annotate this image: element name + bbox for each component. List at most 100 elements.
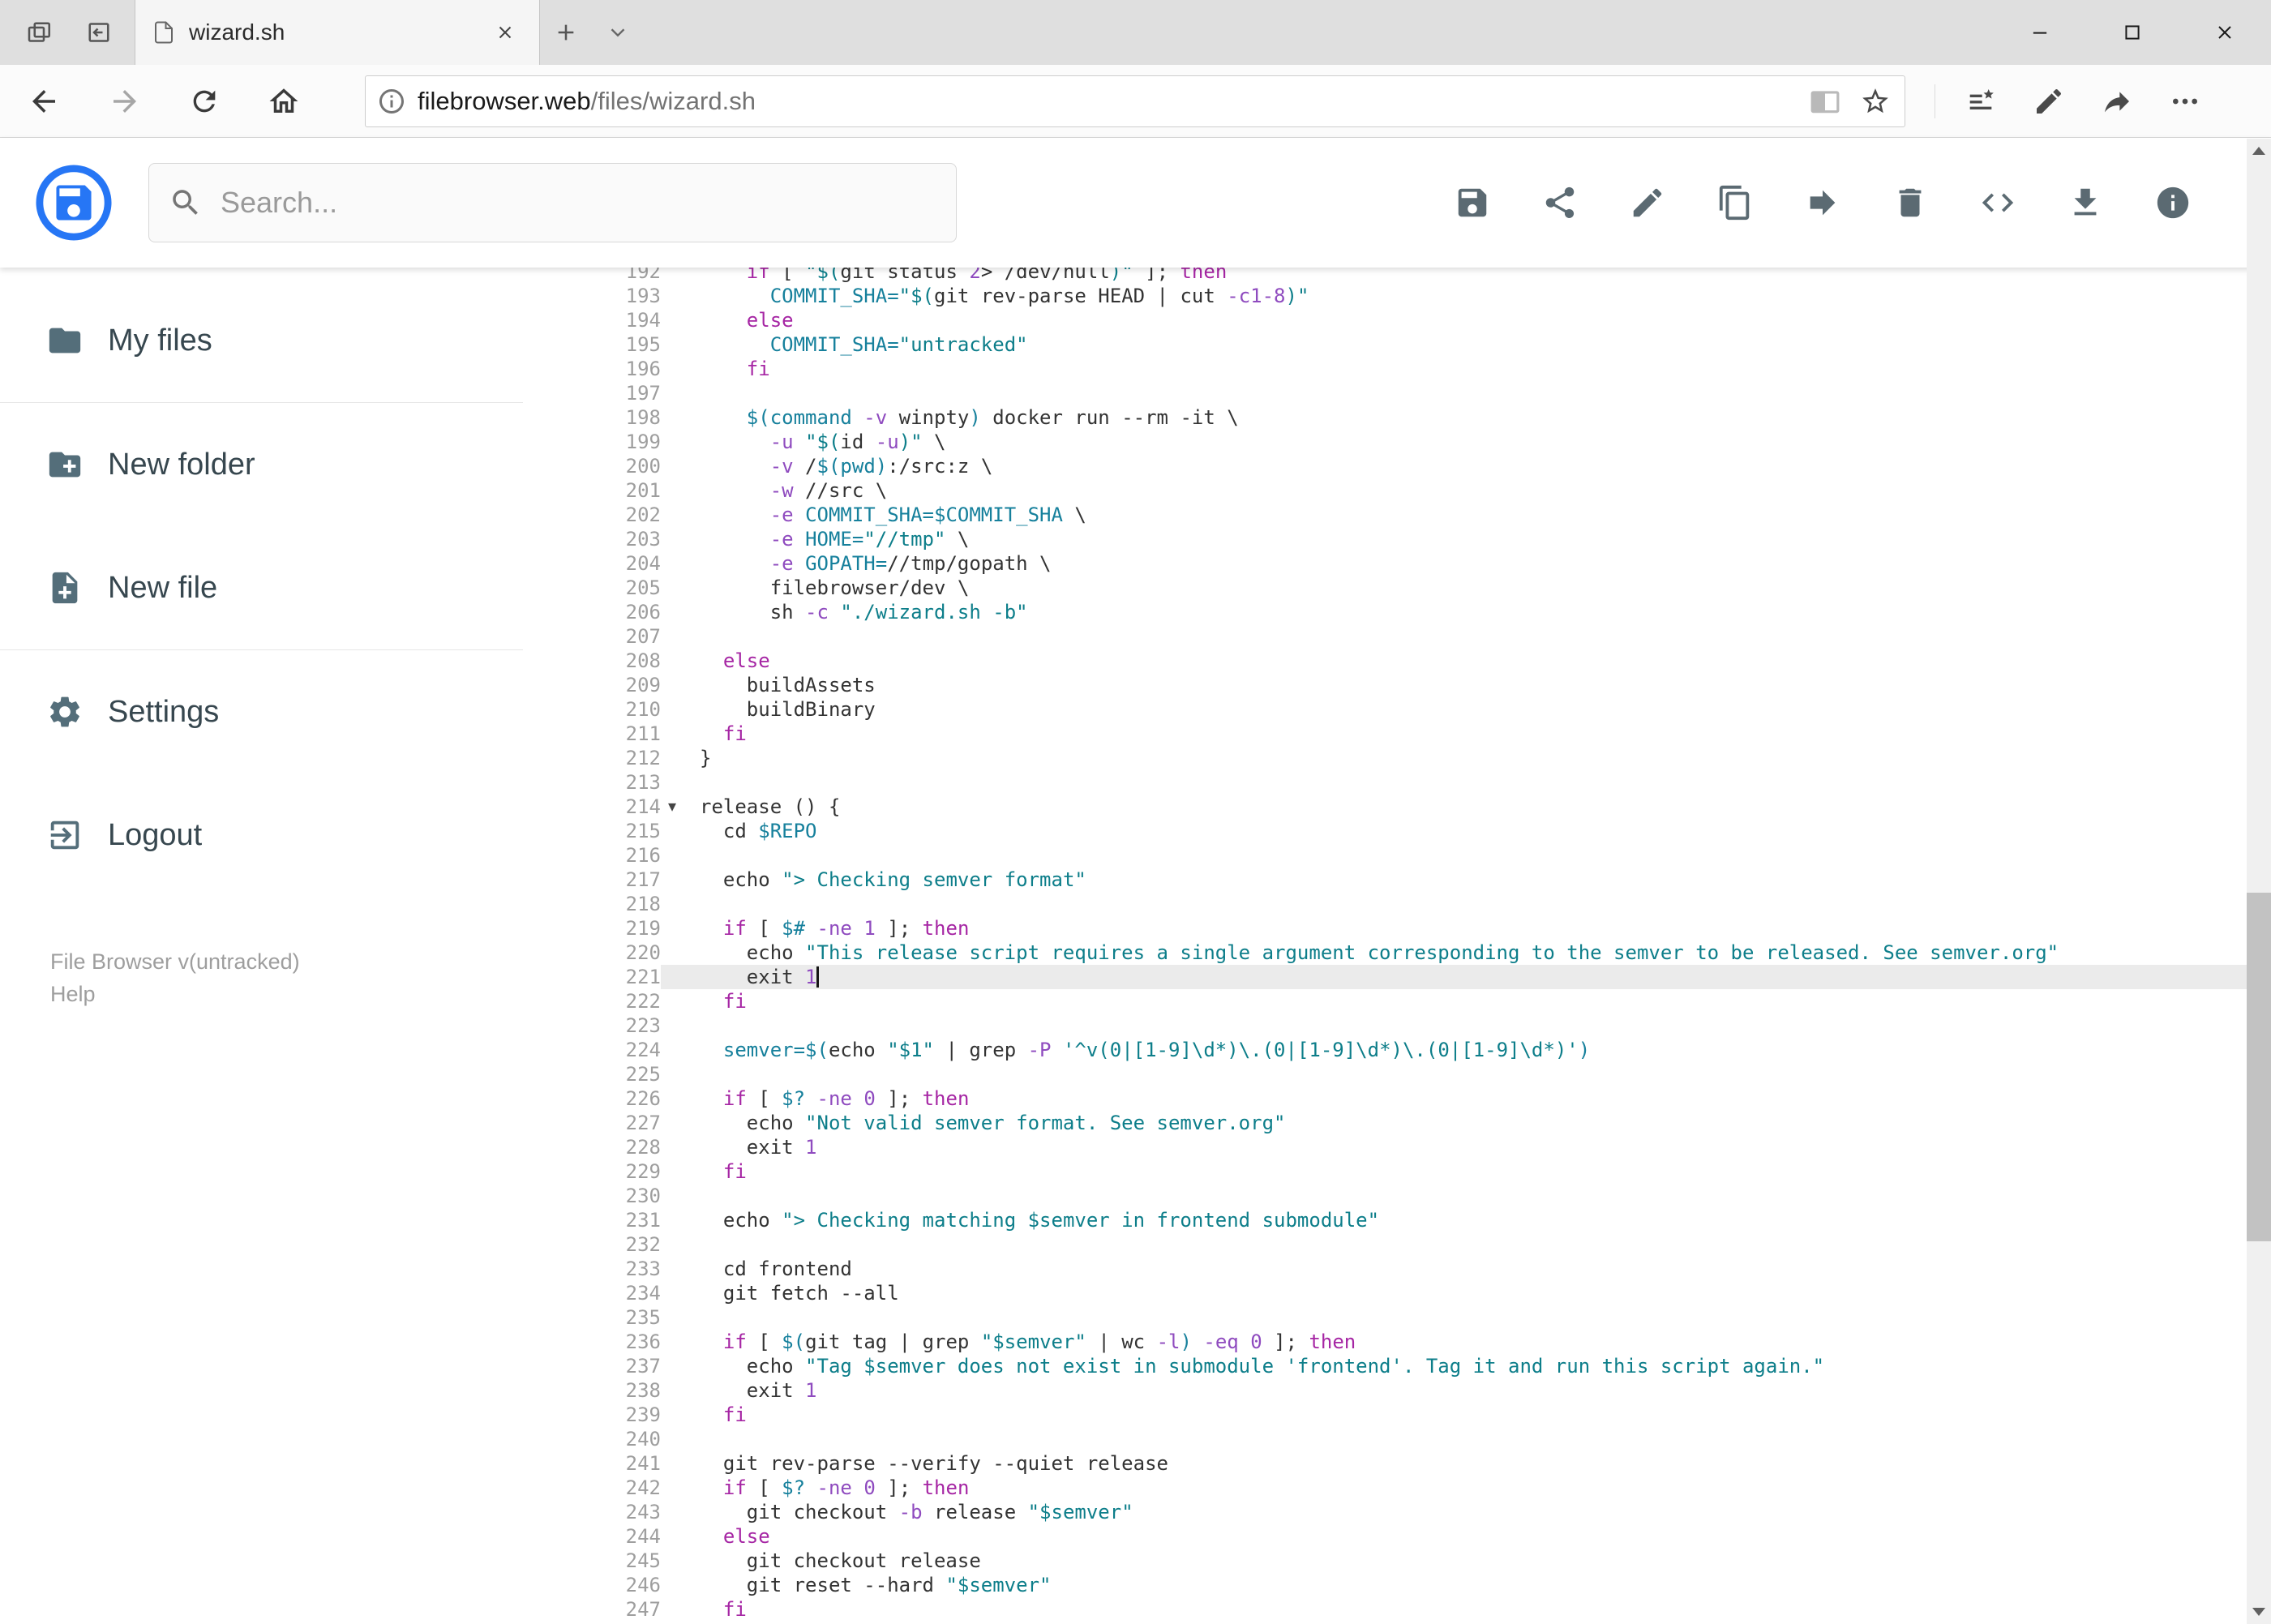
minimize-button[interactable] xyxy=(1994,0,2086,65)
fold-marker[interactable]: ▾ xyxy=(661,795,683,819)
app-logo[interactable] xyxy=(36,165,112,241)
fold-marker xyxy=(661,1013,683,1038)
fold-marker xyxy=(661,1549,683,1573)
help-link[interactable]: Help xyxy=(50,978,96,1010)
code-text: fi xyxy=(722,1598,747,1621)
tab-preview-toggle[interactable] xyxy=(592,0,644,65)
reading-view-button[interactable] xyxy=(1807,84,1843,119)
code-line: 238 exit 1 xyxy=(523,1378,2271,1403)
page-scrollbar[interactable] xyxy=(2247,139,2271,1624)
new-folder-icon xyxy=(49,452,81,478)
home-button[interactable] xyxy=(259,77,308,126)
line-number: 210 xyxy=(625,698,661,721)
text-cursor xyxy=(816,966,819,988)
star-icon xyxy=(1862,88,1888,113)
scroll-down-arrow[interactable] xyxy=(2247,1600,2271,1624)
maximize-icon xyxy=(2125,25,2140,40)
search-box[interactable] xyxy=(148,163,957,242)
line-number: 230 xyxy=(625,1185,661,1207)
back-icon xyxy=(32,89,55,113)
code-text: -e HOME="//tmp" \ xyxy=(769,528,970,551)
filebrowser-logo-icon xyxy=(36,165,112,241)
file-toolbar xyxy=(1454,184,2271,221)
line-number: 193 xyxy=(625,285,661,307)
line-number: 213 xyxy=(625,771,661,794)
code-text: exit 1 xyxy=(700,1136,817,1159)
code-line: 241 git rev-parse --verify --quiet relea… xyxy=(523,1451,2271,1476)
line-number: 226 xyxy=(625,1087,661,1110)
scrollbar-thumb[interactable] xyxy=(2247,893,2271,1241)
sidebar-item-my-files[interactable]: My files xyxy=(0,279,523,402)
code-text: buildBinary xyxy=(700,698,876,721)
info-button[interactable] xyxy=(2154,184,2192,221)
line-number: 212 xyxy=(625,747,661,769)
download-button[interactable] xyxy=(2067,184,2104,221)
code-line: 218 xyxy=(523,892,2271,916)
code-text: COMMIT_SHA="untracked" xyxy=(769,333,1028,356)
tab-title: wizard.sh xyxy=(189,19,285,45)
page-info-icon[interactable] xyxy=(377,87,406,116)
code-line: 229 fi xyxy=(523,1159,2271,1184)
close-window-button[interactable] xyxy=(2179,0,2271,65)
tabs-overview-button[interactable] xyxy=(16,10,62,55)
line-number: 218 xyxy=(625,893,661,915)
minimize-icon xyxy=(2033,32,2047,34)
refresh-button[interactable] xyxy=(180,77,229,126)
fold-marker xyxy=(661,673,683,697)
new-tab-button[interactable] xyxy=(540,0,592,65)
code-line: 197 xyxy=(523,381,2271,405)
save-button[interactable] xyxy=(1454,184,1491,221)
code-text: cd frontend xyxy=(700,1258,852,1280)
sidebar-item-settings[interactable]: Settings xyxy=(0,650,523,773)
code-line: 207 xyxy=(523,624,2271,649)
code-text: sh -c "./wizard.sh -b" xyxy=(700,601,1028,623)
code-line: 215 cd $REPO xyxy=(523,819,2271,843)
more-menu-button[interactable] xyxy=(2162,79,2208,124)
share-button[interactable] xyxy=(2094,79,2140,124)
web-note-button[interactable] xyxy=(2026,79,2072,124)
line-number: 203 xyxy=(625,528,661,551)
fold-marker xyxy=(661,1403,683,1427)
set-tabs-aside-button[interactable] xyxy=(76,10,122,55)
sidebar-item-logout[interactable]: Logout xyxy=(0,773,523,897)
app-header xyxy=(0,138,2271,268)
fold-marker xyxy=(661,1427,683,1451)
fold-marker xyxy=(661,381,683,405)
tab-close-button[interactable] xyxy=(487,15,523,50)
sidebar-item-label: Logout xyxy=(108,817,203,852)
line-number: 231 xyxy=(625,1209,661,1232)
fold-marker xyxy=(661,649,683,673)
fold-marker xyxy=(661,722,683,746)
hub-icon xyxy=(1969,88,1994,109)
hub-button[interactable] xyxy=(1958,79,2003,124)
maximize-button[interactable] xyxy=(2086,0,2179,65)
delete-button[interactable] xyxy=(1892,184,1929,221)
code-text: else xyxy=(722,1525,770,1548)
move-button[interactable] xyxy=(1804,184,1841,221)
sidebar-item-new-folder[interactable]: New folder xyxy=(0,403,523,526)
fold-marker xyxy=(661,1062,683,1086)
url-text[interactable]: filebrowser.web/files/wizard.sh xyxy=(418,87,1807,116)
copy-button[interactable] xyxy=(1716,184,1754,221)
address-bar[interactable]: filebrowser.web/files/wizard.sh xyxy=(365,75,1905,127)
add-favorite-button[interactable] xyxy=(1858,84,1893,119)
fold-marker xyxy=(661,819,683,843)
code-text: if [ $(git tag | grep "$semver" | wc -l)… xyxy=(722,1330,1356,1353)
code-text xyxy=(683,843,2271,868)
forward-button[interactable] xyxy=(101,77,149,126)
pen-icon xyxy=(2037,88,2062,114)
fold-marker xyxy=(661,892,683,916)
fold-marker xyxy=(661,576,683,600)
browser-tab[interactable]: wizard.sh xyxy=(135,0,540,65)
editor-button[interactable] xyxy=(1979,184,2016,221)
sidebar-item-new-file[interactable]: New file xyxy=(0,526,523,649)
fold-marker xyxy=(661,268,683,284)
share-button[interactable] xyxy=(1541,184,1579,221)
code-editor[interactable]: 192 if [ "$(git status 2> /dev/null)" ];… xyxy=(523,268,2271,1624)
rename-button[interactable] xyxy=(1629,184,1666,221)
code-text xyxy=(683,1427,2271,1451)
search-input[interactable] xyxy=(221,186,936,220)
edit-icon xyxy=(1633,188,1662,217)
scroll-up-arrow[interactable] xyxy=(2247,139,2271,163)
back-button[interactable] xyxy=(19,77,68,126)
